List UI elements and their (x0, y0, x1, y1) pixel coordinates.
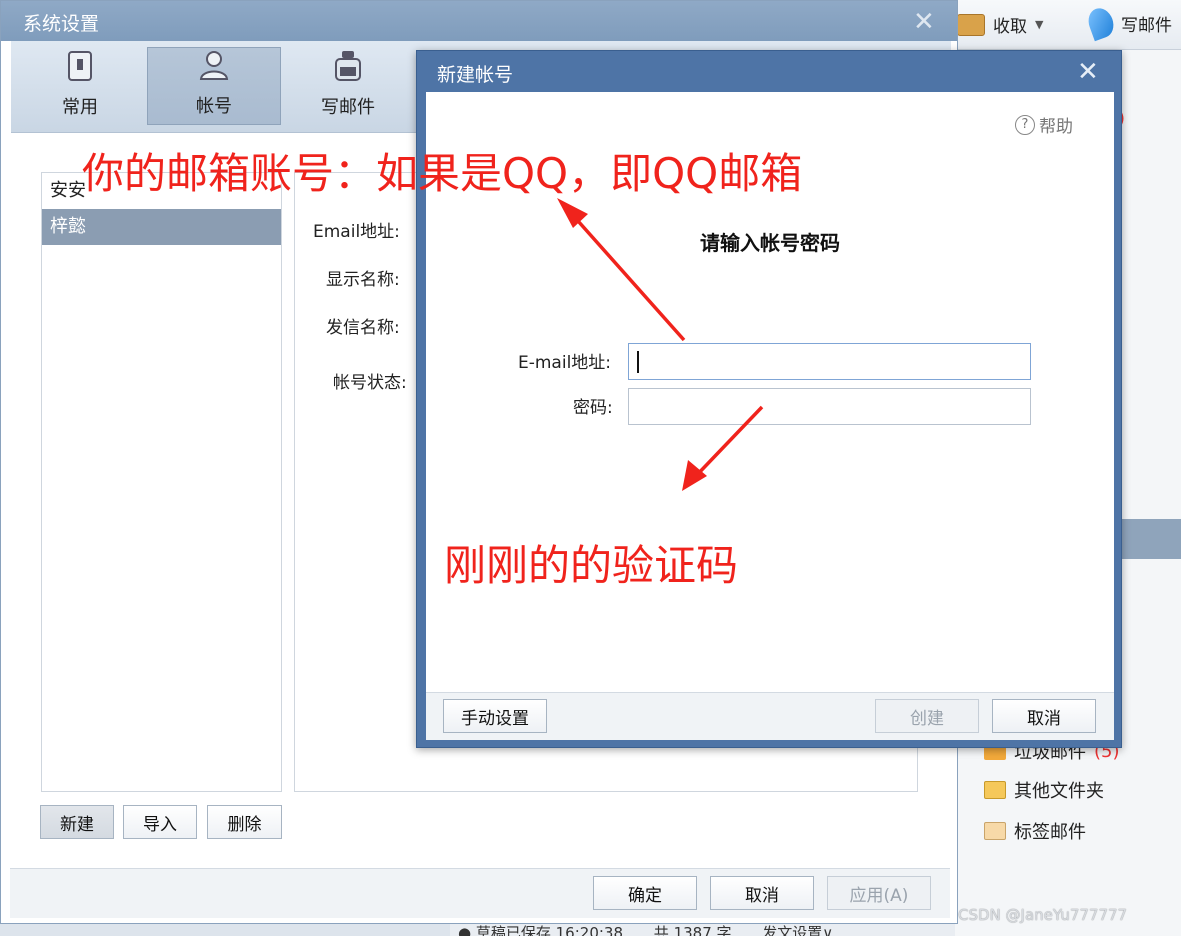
arrow-to-password (682, 405, 764, 491)
arrow-to-email (557, 198, 686, 342)
annotation-arrows (557, 198, 764, 491)
watermark: CSDN @JaneYu777777 (958, 906, 1128, 924)
